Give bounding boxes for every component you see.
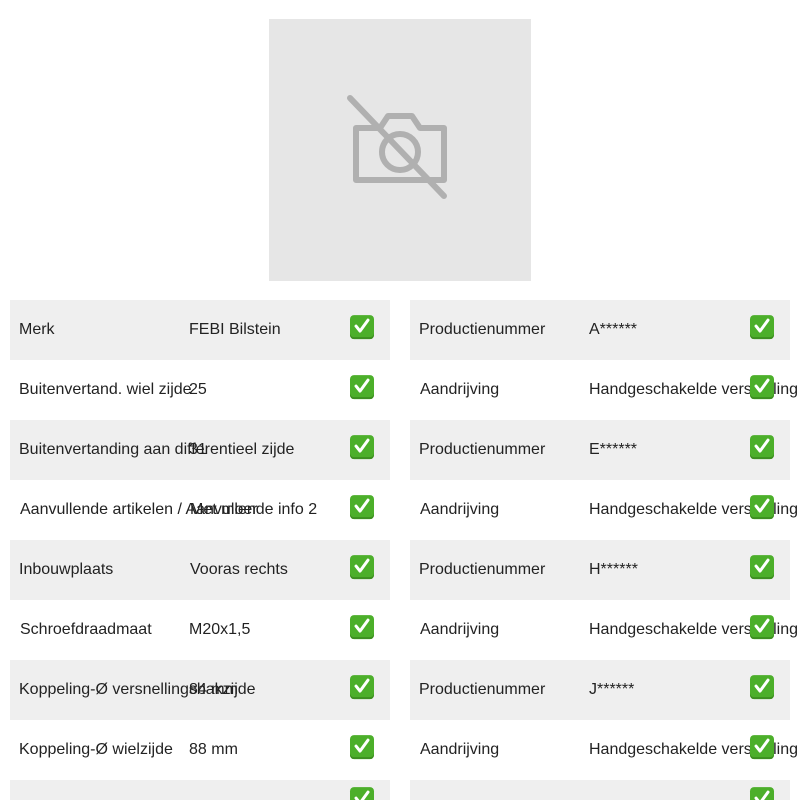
check-icon [750,375,774,400]
check-icon [350,435,374,460]
spec-value: M20x1,5 [189,621,251,638]
check-icon [750,435,774,460]
spec-value: Met moer [190,501,258,518]
spec-label: Schroefdraadmaat [20,621,152,638]
spec-label: Aandrijving [420,381,500,398]
no-camera-icon [347,95,447,199]
check-icon [750,495,774,520]
spec-row: Buitenvertand. wiel zijde 25 [10,360,390,420]
spec-label: Koppeling-Ø wielzijde [19,741,173,758]
spec-label: Aandrijving [420,501,500,518]
spec-label: Productienummer [419,681,546,698]
check-icon [350,375,374,400]
check-icon [750,675,774,700]
specs-table-right: Productienummer A****** Aandrijving Hand… [410,300,798,800]
spec-value: J****** [589,681,635,698]
spec-row: Merk FEBI Bilstein [10,300,390,360]
spec-row: Aandrijving Handgeschakelde versnelling [410,360,798,420]
check-icon [350,675,374,700]
spec-row: Aandrijving Handgeschakelde versnelling [410,480,798,540]
spec-row: Buitenvertanding aan differentieel zijde… [10,420,390,480]
check-icon [350,615,374,640]
spec-label: Aanvullende artikelen / Aanvullende info… [20,501,318,518]
product-page: Merk FEBI Bilstein Buitenvertand. wiel z… [0,0,800,800]
spec-value: E****** [589,441,638,458]
check-icon [350,555,374,580]
spec-label: Inbouwplaats [19,561,114,578]
spec-row: Koppeling-Ø wielzijde 88 mm [10,720,390,780]
spec-label: Merk [19,321,55,338]
spec-row: Productienummer A****** [410,300,790,360]
check-icon [750,787,774,800]
product-image-placeholder [269,19,531,281]
check-icon [750,315,774,340]
spec-row: Aanvullende artikelen / Aanvullende info… [10,480,390,540]
spec-row-partial [10,780,390,800]
check-icon [350,495,374,520]
spec-value: 25 [189,381,207,398]
spec-row: Aandrijving Handgeschakelde versnelling [410,600,798,660]
check-icon [750,615,774,640]
spec-value: H****** [589,561,638,578]
spec-value: Vooras rechts [190,561,288,578]
spec-value: 31 [189,441,207,458]
spec-label: Productienummer [419,321,546,338]
specs-table-left: Merk FEBI Bilstein Buitenvertand. wiel z… [10,300,390,800]
spec-value: 88 mm [189,741,238,758]
spec-label: Buitenvertand. wiel zijde [19,381,192,398]
spec-row: Koppeling-Ø versnellingsbakzijde 84 mm [10,660,390,720]
check-icon [350,735,374,760]
spec-row: Inbouwplaats Vooras rechts [10,540,390,600]
spec-label: Buitenvertanding aan differentieel zijde [19,441,295,458]
spec-label: Productienummer [419,561,546,578]
spec-value: 84 mm [189,681,238,698]
spec-row: Productienummer H****** [410,540,790,600]
check-icon [350,315,374,340]
spec-label: Aandrijving [420,741,500,758]
spec-value: FEBI Bilstein [189,321,281,338]
check-icon [750,735,774,760]
spec-row: Schroefdraadmaat M20x1,5 [10,600,390,660]
spec-row: Aandrijving Handgeschakelde versnelling [410,720,798,780]
spec-value: A****** [589,321,638,338]
spec-label: Aandrijving [420,621,500,638]
spec-row-partial [410,780,790,800]
spec-row: Productienummer J****** [410,660,790,720]
check-icon [750,555,774,580]
spec-label: Productienummer [419,441,546,458]
check-icon [350,787,374,800]
spec-row: Productienummer E****** [410,420,790,480]
